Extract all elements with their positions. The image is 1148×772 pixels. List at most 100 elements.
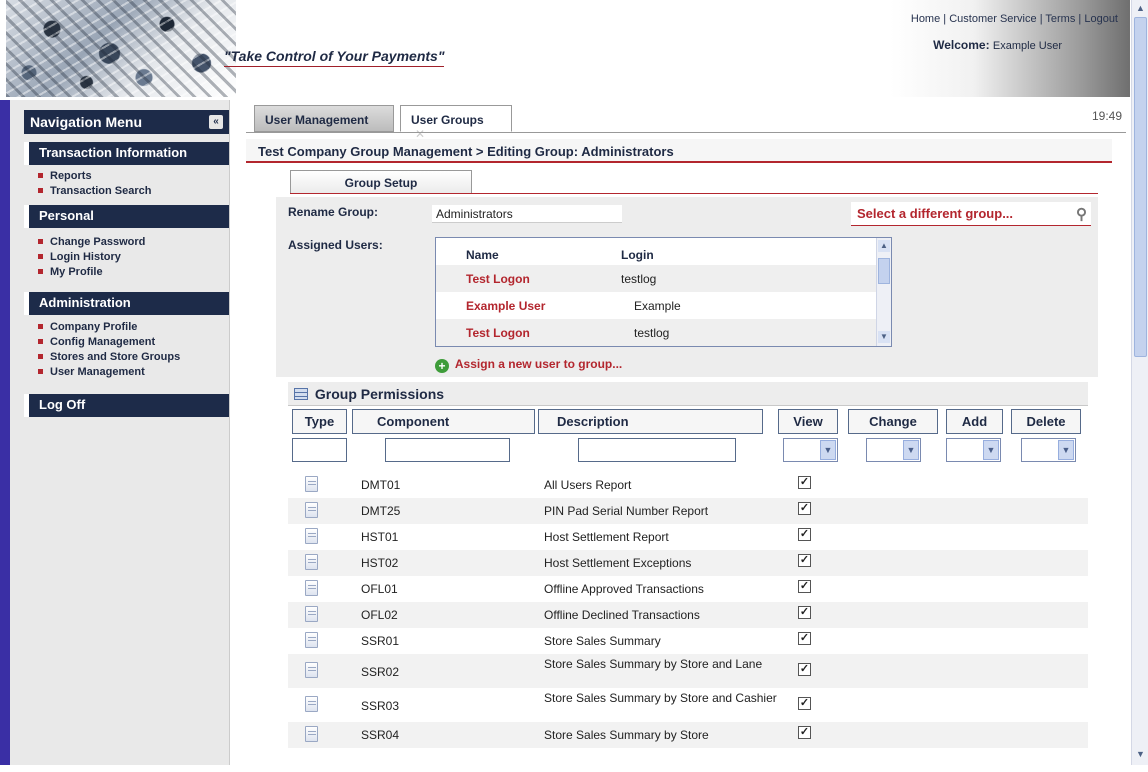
chevron-down-icon[interactable]: ▼ — [1058, 440, 1074, 460]
nav-item-change-password[interactable]: Change Password — [34, 235, 145, 250]
table-row: HST01 Host Settlement Report ✓ — [288, 524, 1088, 550]
filter-type-input[interactable] — [292, 438, 347, 462]
rename-group-label: Rename Group: — [288, 205, 379, 219]
tab-user-groups-label: User Groups — [411, 113, 484, 127]
user-login: testlog — [621, 272, 657, 286]
view-checkbox[interactable]: ✓ — [798, 554, 811, 567]
report-icon — [305, 502, 318, 518]
col-header-add[interactable]: Add — [946, 409, 1003, 434]
nav-item-transaction-search[interactable]: Transaction Search — [34, 184, 152, 199]
customer-service-link[interactable]: Customer Service — [949, 13, 1036, 25]
permissions-title-label: Group Permissions — [314, 386, 445, 402]
breadcrumb: Test Company Group Management > Editing … — [246, 139, 1112, 163]
report-icon — [305, 726, 318, 742]
scroll-down-icon[interactable]: ▼ — [1134, 748, 1147, 761]
table-row: DMT25 PIN Pad Serial Number Report ✓ — [288, 498, 1088, 524]
nav-section-log-off[interactable]: Log Off — [24, 394, 229, 417]
row-description: Store Sales Summary by Store — [544, 728, 709, 742]
filter-view-select[interactable]: ▼ — [783, 438, 838, 462]
user-name[interactable]: Test Logon — [466, 272, 530, 286]
user-name[interactable]: Example User — [466, 299, 545, 313]
page-scrollbar[interactable]: ▲ ▼ — [1131, 0, 1148, 765]
view-checkbox[interactable]: ✓ — [798, 697, 811, 710]
report-icon — [305, 554, 318, 570]
user-row[interactable]: Test Logon testlog — [436, 319, 876, 346]
row-description: Store Sales Summary by Store and Cashier — [544, 691, 777, 705]
permissions-title: Group Permissions — [288, 382, 1088, 406]
home-link[interactable]: Home — [911, 13, 940, 25]
filter-change-select[interactable]: ▼ — [866, 438, 921, 462]
nav-section-administration[interactable]: Administration — [24, 292, 229, 315]
nav-header: Navigation Menu « — [24, 110, 229, 134]
user-row[interactable]: Example User Example — [436, 292, 876, 319]
report-icon — [305, 632, 318, 648]
scroll-thumb[interactable] — [1134, 17, 1147, 357]
row-component: SSR02 — [361, 665, 400, 679]
row-component: HST02 — [361, 556, 399, 570]
view-checkbox[interactable]: ✓ — [798, 606, 811, 619]
user-login: Example — [634, 299, 681, 313]
row-description: Offline Approved Transactions — [544, 582, 704, 596]
collapse-icon[interactable]: « — [209, 115, 223, 129]
header-logo-art — [6, 0, 236, 97]
col-header-change[interactable]: Change — [848, 409, 938, 434]
filter-component-input[interactable] — [385, 438, 510, 462]
col-header-description[interactable]: Description — [538, 409, 763, 434]
nav-item-reports[interactable]: Reports — [34, 169, 152, 184]
nav-item-user-management[interactable]: User Management — [34, 365, 180, 380]
logout-link[interactable]: Logout — [1084, 13, 1118, 25]
tab-user-management[interactable]: User Management — [254, 105, 394, 132]
nav-list-administration: Company Profile Config Management Stores… — [34, 320, 180, 380]
nav-item-my-profile[interactable]: My Profile — [34, 265, 145, 280]
view-checkbox[interactable]: ✓ — [798, 726, 811, 739]
col-header-delete[interactable]: Delete — [1011, 409, 1081, 434]
view-checkbox[interactable]: ✓ — [798, 580, 811, 593]
top-links: Home | Customer Service | Terms | Logout — [910, 13, 1118, 25]
row-component: SSR01 — [361, 634, 400, 648]
filter-description-input[interactable] — [578, 438, 736, 462]
report-icon — [305, 528, 318, 544]
nav-item-stores-and-store-groups[interactable]: Stores and Store Groups — [34, 350, 180, 365]
view-checkbox[interactable]: ✓ — [798, 663, 811, 676]
nav-item-company-profile[interactable]: Company Profile — [34, 320, 180, 335]
col-header-component[interactable]: Component — [352, 409, 535, 434]
chevron-down-icon[interactable]: ▼ — [983, 440, 999, 460]
user-row[interactable]: Test Logon testlog — [436, 265, 876, 292]
welcome-message: Welcome: Example User — [933, 38, 1062, 52]
navigation-menu: Navigation Menu « Transaction Informatio… — [0, 100, 230, 765]
assign-user-link[interactable]: + Assign a new user to group... — [435, 357, 622, 373]
nav-section-personal[interactable]: Personal — [24, 205, 229, 228]
row-description: Store Sales Summary — [544, 634, 661, 648]
row-description: PIN Pad Serial Number Report — [544, 504, 709, 518]
table-row: HST02 Host Settlement Exceptions ✓ — [288, 550, 1088, 576]
chevron-down-icon[interactable]: ▼ — [903, 440, 919, 460]
user-name[interactable]: Test Logon — [466, 326, 530, 340]
scroll-up-icon[interactable]: ▲ — [1134, 2, 1147, 15]
rename-group-input[interactable] — [432, 205, 622, 223]
view-checkbox[interactable]: ✓ — [798, 476, 811, 489]
terms-link[interactable]: Terms — [1045, 13, 1075, 25]
row-description: Offline Declined Transactions — [544, 608, 700, 622]
col-header-type[interactable]: Type — [292, 409, 347, 434]
row-component: DMT01 — [361, 478, 401, 492]
scroll-thumb[interactable] — [878, 258, 890, 284]
report-icon — [305, 696, 318, 712]
nav-item-login-history[interactable]: Login History — [34, 250, 145, 265]
tab-group-setup[interactable]: Group Setup — [290, 170, 472, 194]
scroll-up-icon[interactable]: ▲ — [878, 240, 890, 252]
assign-user-label: Assign a new user to group... — [454, 357, 623, 371]
chevron-down-icon[interactable]: ▼ — [820, 440, 836, 460]
nav-section-transaction-information[interactable]: Transaction Information — [24, 142, 229, 165]
scroll-down-icon[interactable]: ▼ — [878, 331, 890, 343]
nav-item-config-management[interactable]: Config Management — [34, 335, 180, 350]
users-scrollbar[interactable]: ▲ ▼ — [876, 238, 891, 346]
filter-delete-select[interactable]: ▼ — [1021, 438, 1076, 462]
tab-user-groups[interactable]: User Groups ✕ — [400, 105, 512, 141]
table-row: SSR02 Store Sales Summary by Store and L… — [288, 654, 1088, 688]
col-header-view[interactable]: View — [778, 409, 838, 434]
view-checkbox[interactable]: ✓ — [798, 502, 811, 515]
view-checkbox[interactable]: ✓ — [798, 528, 811, 541]
select-different-group-button[interactable]: Select a different group... ⚲ — [851, 202, 1091, 226]
view-checkbox[interactable]: ✓ — [798, 632, 811, 645]
filter-add-select[interactable]: ▼ — [946, 438, 1001, 462]
